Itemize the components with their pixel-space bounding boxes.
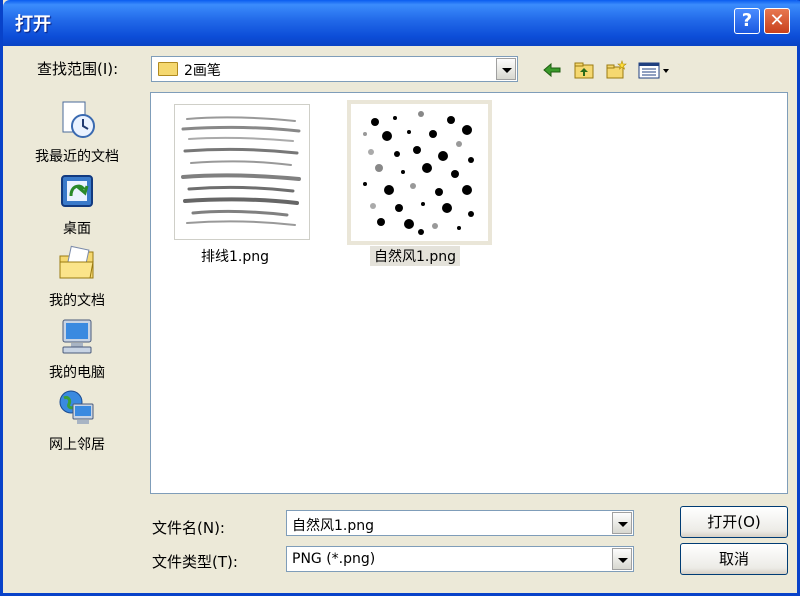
open-file-dialog: 打开 ? ✕ 查找范围(I): 2画笔 我最近的文档 桌面 我的文档 我的电脑 … (0, 0, 800, 596)
places-my-documents[interactable]: 我的文档 (21, 244, 133, 310)
file-name-value: 自然风1.png (292, 518, 375, 534)
folder-icon (158, 62, 178, 76)
place-label: 我的文档 (49, 293, 105, 309)
place-label: 我的电脑 (49, 365, 105, 381)
chevron-down-icon[interactable] (496, 58, 516, 80)
file-name-input[interactable]: 自然风1.png (286, 510, 634, 536)
view-menu-icon[interactable] (637, 60, 673, 80)
place-label: 桌面 (63, 221, 91, 237)
network-places-icon (59, 390, 94, 424)
places-recent-documents[interactable]: 我最近的文档 (21, 100, 133, 166)
up-folder-icon[interactable] (573, 60, 595, 80)
file-type-dropdown[interactable]: PNG (*.png) (286, 546, 634, 572)
chevron-down-icon[interactable] (612, 512, 632, 534)
place-label: 网上邻居 (49, 437, 105, 453)
my-documents-icon (59, 245, 94, 279)
file-thumbnail (174, 104, 310, 240)
look-in-dropdown[interactable]: 2画笔 (151, 56, 518, 82)
place-label: 我最近的文档 (35, 149, 119, 165)
close-button[interactable]: ✕ (764, 8, 790, 34)
file-name: 自然风1.png (370, 246, 461, 266)
look-in-label: 查找范围(I): (37, 60, 119, 78)
brush-lines-preview (181, 116, 301, 226)
title-bar[interactable]: 打开 ? ✕ (3, 0, 800, 46)
scatter-dots-preview (363, 111, 474, 235)
open-button[interactable]: 打开(O) (680, 506, 788, 538)
file-type-value: PNG (*.png) (292, 551, 376, 567)
places-desktop[interactable]: 桌面 (21, 172, 133, 238)
new-folder-icon[interactable] (605, 60, 627, 80)
file-list-view[interactable]: 排线1.png 自然风1.png (150, 92, 788, 494)
places-network[interactable]: 网上邻居 (21, 388, 133, 454)
file-name-label: 文件名(N): (152, 519, 225, 537)
desktop-icon (61, 175, 93, 207)
file-type-label: 文件类型(T): (152, 553, 238, 571)
recent-documents-icon (62, 101, 95, 138)
cancel-button[interactable]: 取消 (680, 543, 788, 575)
file-thumbnail (347, 100, 492, 245)
places-my-computer[interactable]: 我的电脑 (21, 316, 133, 382)
file-name: 排线1.png (201, 249, 270, 265)
chevron-down-icon[interactable] (612, 548, 632, 570)
my-computer-icon (62, 319, 92, 354)
help-button[interactable]: ? (734, 8, 760, 34)
window-title: 打开 (15, 14, 51, 35)
back-icon[interactable] (541, 60, 563, 80)
look-in-value: 2画笔 (184, 63, 221, 79)
